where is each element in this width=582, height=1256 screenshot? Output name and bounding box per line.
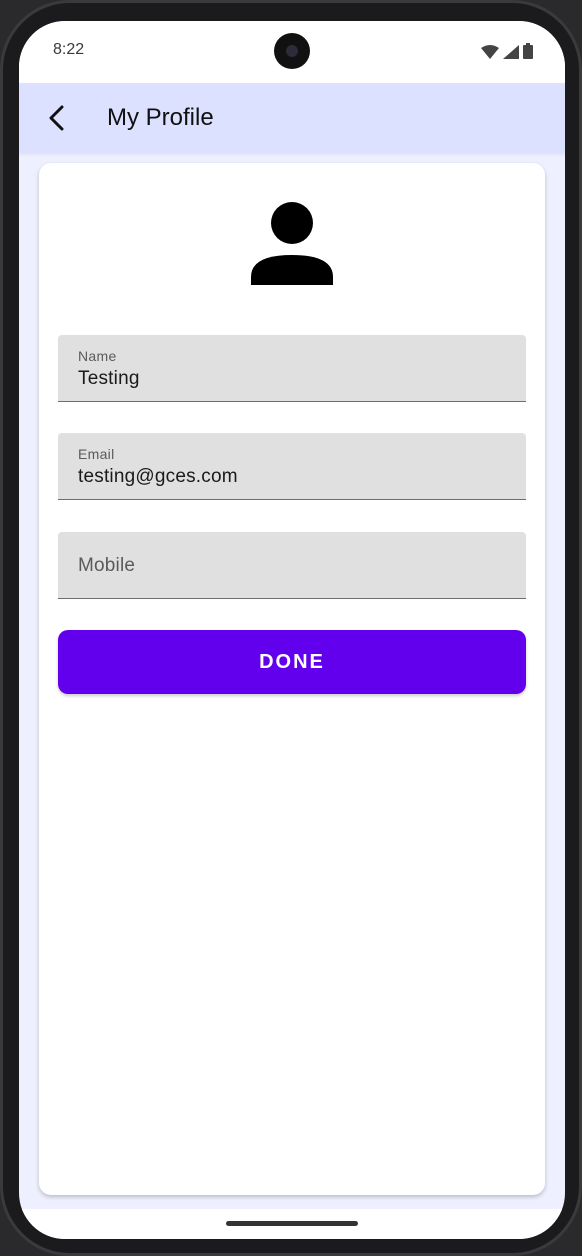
mobile-field[interactable]: Mobile: [58, 532, 526, 599]
name-field-value: Testing: [78, 368, 140, 389]
status-time: 8:22: [53, 41, 85, 58]
battery-icon: [523, 43, 533, 59]
phone-frame: 8:22 My Profile Name Testing Email testi…: [0, 0, 582, 1256]
status-bar: 8:22: [19, 21, 565, 83]
app-bar: My Profile: [19, 83, 565, 153]
home-indicator[interactable]: [226, 1221, 358, 1226]
front-camera: [274, 33, 310, 69]
arrow-back-icon: [49, 105, 64, 131]
name-field[interactable]: Name Testing: [58, 335, 526, 402]
person-icon: [251, 202, 333, 285]
screen: 8:22 My Profile Name Testing Email testi…: [19, 21, 565, 1239]
status-icons: [481, 43, 533, 59]
page-title: My Profile: [107, 104, 214, 131]
back-button[interactable]: [39, 100, 75, 136]
system-nav-bar: [19, 1209, 565, 1239]
mobile-field-label: Mobile: [78, 555, 136, 576]
email-field-value: testing@gces.com: [78, 466, 238, 487]
email-field-label: Email: [78, 446, 115, 462]
cellular-signal-icon: [503, 45, 519, 59]
profile-card: Name Testing Email testing@gces.com Mobi…: [39, 163, 545, 1195]
name-field-label: Name: [78, 348, 117, 364]
email-field[interactable]: Email testing@gces.com: [58, 433, 526, 500]
done-button[interactable]: DONE: [58, 630, 526, 694]
wifi-icon: [481, 45, 499, 59]
